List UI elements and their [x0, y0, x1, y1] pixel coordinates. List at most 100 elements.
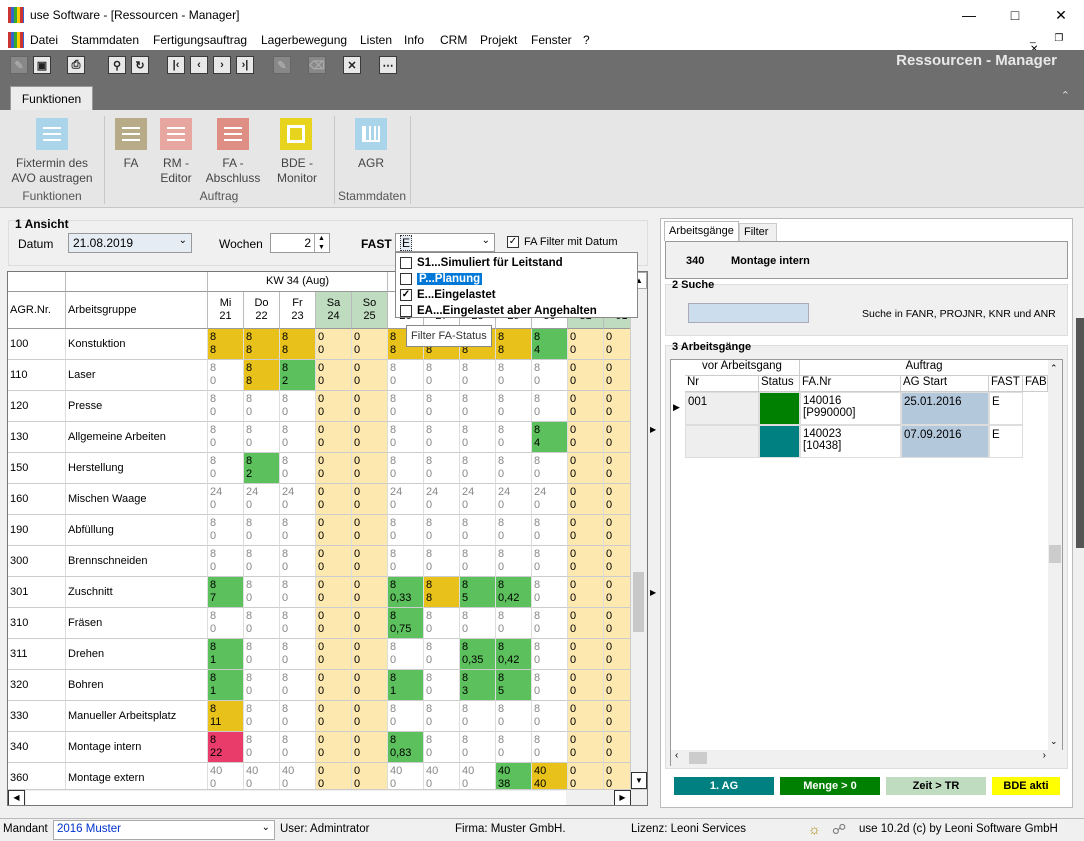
capacity-cell[interactable]: 80	[244, 670, 280, 701]
capacity-cell[interactable]: 00	[568, 577, 604, 608]
capacity-cell[interactable]: 00	[352, 329, 388, 360]
capacity-cell[interactable]: 00	[352, 608, 388, 639]
capacity-cell[interactable]: 80	[388, 546, 424, 577]
capacity-cell[interactable]: 00	[352, 639, 388, 670]
capacity-cell[interactable]: 00	[316, 577, 352, 608]
checkbox-icon[interactable]	[400, 305, 412, 317]
capacity-cell[interactable]: 80	[244, 577, 280, 608]
ag-col-fast[interactable]: FAST	[989, 376, 1023, 392]
checkbox-checked-icon[interactable]: ✓	[507, 236, 519, 248]
capacity-cell[interactable]: 80	[280, 515, 316, 546]
capacity-cell[interactable]: 80	[244, 422, 280, 453]
ag-row-status[interactable]	[759, 425, 800, 458]
capacity-cell[interactable]: 80	[424, 701, 460, 732]
capacity-cell[interactable]: 00	[316, 515, 352, 546]
menu-item-lagerbewegung[interactable]: Lagerbewegung	[261, 33, 347, 47]
capacity-cell[interactable]: 8 0,42	[496, 577, 532, 608]
capacity-cell[interactable]: 00	[316, 484, 352, 515]
table-row[interactable]: 110 Laser 8 0 8 8 8 2 0 0 0 0 8 0 8 0 8 0 8 0 8 0 0 0 0 0	[8, 360, 640, 391]
pencil-icon[interactable]: ✎	[273, 56, 291, 74]
capacity-cell[interactable]: 80	[208, 422, 244, 453]
capacity-cell[interactable]: 80	[496, 391, 532, 422]
horizontal-scrollbar[interactable]: ◀ ▶	[8, 789, 647, 805]
ag-row-start[interactable]: 07.09.2016	[901, 425, 989, 458]
fa-abschluss-button[interactable]: FA - Abschluss	[203, 156, 263, 186]
refresh-icon[interactable]: ↻	[131, 56, 149, 74]
maximize-button[interactable]: □	[992, 0, 1038, 30]
wochen-stepper[interactable]: 2 ▲ ▼	[270, 233, 330, 253]
capacity-cell[interactable]: 80	[208, 608, 244, 639]
capacity-cell[interactable]: 00	[568, 453, 604, 484]
capacity-cell[interactable]: 80	[244, 639, 280, 670]
table-row[interactable]: 160 Mischen Waage 24 0 24 0 24 0 0 0 0 0 24 0 24 0 24 0 24…	[8, 484, 640, 515]
capacity-cell[interactable]: 00	[568, 670, 604, 701]
capacity-cell[interactable]: 8 0,83	[388, 732, 424, 763]
search-icon[interactable]: ⚲	[108, 56, 126, 74]
capacity-cell[interactable]: 00	[352, 546, 388, 577]
splitter-arrow-icon[interactable]: ▶	[650, 588, 659, 600]
capacity-cell[interactable]: 80	[496, 701, 532, 732]
day-header[interactable]: Sa 24	[316, 292, 352, 329]
col-header-group[interactable]: Arbeitsgruppe	[66, 292, 208, 329]
capacity-cell[interactable]: 80	[460, 608, 496, 639]
capacity-cell[interactable]: 80	[208, 360, 244, 391]
table-row[interactable]: 330 Manueller Arbeitsplatz 8 11 8 0 8 0 0 0 0 0 8 0 8 0…	[8, 701, 640, 732]
first-record-icon[interactable]: |‹	[167, 56, 185, 74]
capacity-cell[interactable]: 80	[424, 639, 460, 670]
capacity-cell[interactable]: 80	[208, 515, 244, 546]
capacity-cell[interactable]: 80	[388, 360, 424, 391]
capacity-cell[interactable]: 80	[244, 546, 280, 577]
agr-icon[interactable]	[355, 118, 387, 150]
capacity-cell[interactable]: 80	[208, 453, 244, 484]
fast-option[interactable]: S1...Simuliert für Leitstand	[400, 255, 563, 271]
day-header[interactable]: Mi 21	[208, 292, 244, 329]
ag-row-fast[interactable]: E	[989, 392, 1023, 425]
ag-hscroll[interactable]: ‹ ›	[671, 750, 1064, 766]
capacity-cell[interactable]: 80	[424, 608, 460, 639]
capacity-cell[interactable]: 00	[568, 701, 604, 732]
capacity-cell[interactable]: 88	[244, 360, 280, 391]
fa-filter-checkbox[interactable]: ✓ FA Filter mit Datum	[507, 236, 618, 248]
capacity-cell[interactable]: 80	[496, 422, 532, 453]
capacity-cell[interactable]: 00	[352, 515, 388, 546]
capacity-cell[interactable]: 80	[496, 546, 532, 577]
tab-filter[interactable]: Filter	[739, 223, 777, 241]
table-row[interactable]: 100Konstuktion888888000088888888840000	[8, 329, 640, 360]
capacity-cell[interactable]: 82	[244, 453, 280, 484]
capacity-cell[interactable]: 80	[532, 546, 568, 577]
capacity-cell[interactable]: 80	[208, 546, 244, 577]
capacity-cell[interactable]: 00	[316, 329, 352, 360]
day-header[interactable]: Fr 23	[280, 292, 316, 329]
capacity-cell[interactable]: 00	[316, 391, 352, 422]
capacity-cell[interactable]: 87	[208, 577, 244, 608]
capacity-cell[interactable]: 81	[208, 670, 244, 701]
capacity-cell[interactable]: 24 0	[532, 484, 568, 515]
capacity-cell[interactable]: 00	[568, 391, 604, 422]
capacity-cell[interactable]: 00	[316, 701, 352, 732]
capacity-cell[interactable]: 00	[568, 484, 604, 515]
agr-button[interactable]: AGR	[340, 156, 402, 171]
capacity-cell[interactable]: 80	[460, 515, 496, 546]
capacity-cell[interactable]: 80	[280, 639, 316, 670]
fixtermin-button[interactable]: Fixtermin des AVO austragen	[6, 156, 98, 186]
suche-input[interactable]	[688, 303, 809, 323]
capacity-cell[interactable]: 80	[532, 608, 568, 639]
table-row[interactable]: 311 Drehen 8 1 8 0 8 0 0 0 0 0 8 0 8 0 8 0,35 8 0,42 8 0 0 0 0 0	[8, 639, 640, 670]
capacity-cell[interactable]: 00	[568, 546, 604, 577]
capacity-cell[interactable]: 8 0,35	[460, 639, 496, 670]
capacity-cell[interactable]: 00	[568, 608, 604, 639]
capacity-cell[interactable]: 80	[244, 608, 280, 639]
capacity-cell[interactable]: 80	[388, 515, 424, 546]
capacity-cell[interactable]: 88	[496, 329, 532, 360]
menu-item-fertigungsauftrag[interactable]: Fertigungsauftrag	[153, 33, 247, 47]
capacity-cell[interactable]: 00	[352, 391, 388, 422]
capacity-cell[interactable]: 00	[352, 360, 388, 391]
capacity-cell[interactable]: 00	[316, 453, 352, 484]
spin-arrows-icon[interactable]: ▲ ▼	[314, 234, 328, 252]
capacity-cell[interactable]: 84	[532, 422, 568, 453]
capacity-cell[interactable]: 83	[460, 670, 496, 701]
capacity-cell[interactable]: 88	[424, 577, 460, 608]
capacity-cell[interactable]: 80	[280, 391, 316, 422]
capacity-cell[interactable]: 85	[460, 577, 496, 608]
capacity-cell[interactable]: 80	[460, 391, 496, 422]
